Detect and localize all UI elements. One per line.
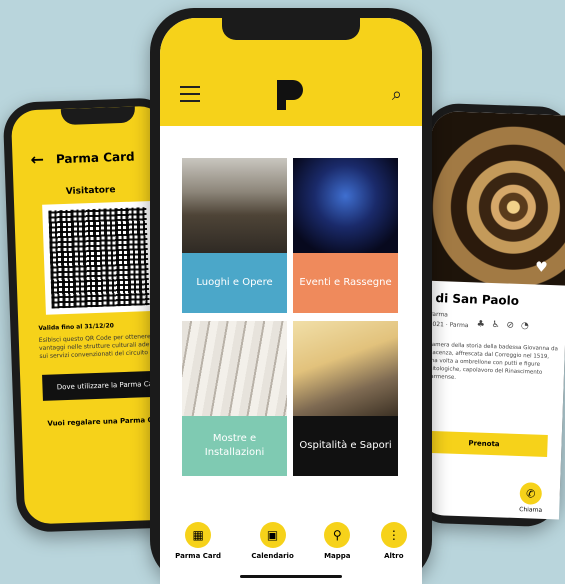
menu-icon[interactable] — [180, 86, 200, 102]
category-grid: Luoghi e Opere Eventi e Rassegne Mostre … — [182, 158, 398, 476]
call-label: Chiama — [519, 506, 543, 514]
phone-notch — [60, 106, 136, 126]
place-detail-screen: ♥ di San Paolo Parma 2021 · Parma ♣ ♿ ⊘ … — [417, 110, 565, 520]
tile-label: Luoghi e Opere — [182, 253, 287, 313]
parma-card-header: ← Parma Card — [30, 145, 167, 169]
heart-icon[interactable]: ♥ — [535, 259, 548, 275]
accessibility-icons: ♣ ♿ ⊘ ◔ — [476, 319, 531, 332]
home-indicator — [240, 575, 342, 578]
museum-hall-image — [182, 158, 287, 253]
nav-label: Mappa — [324, 552, 351, 560]
tile-mostre-installazioni[interactable]: Mostre e Installazioni — [182, 321, 287, 476]
tile-label: Eventi e Rassegne — [293, 253, 398, 313]
parma-logo-icon — [277, 80, 303, 110]
phone-place-detail: ♥ di San Paolo Parma 2021 · Parma ♣ ♿ ⊘ … — [410, 102, 565, 528]
qr-icon: ▦ — [185, 522, 212, 548]
tile-ospitalita-sapori[interactable]: Ospitalità e Sapori — [293, 321, 398, 476]
nav-mappa[interactable]: ⚲ Mappa — [324, 522, 351, 560]
nav-parma-card[interactable]: ▦ Parma Card — [175, 522, 221, 560]
phone-home: ⌕ Luoghi e Opere Eventi e Rassegne Mostr… — [150, 8, 432, 584]
home-screen: ⌕ Luoghi e Opere Eventi e Rassegne Mostr… — [160, 18, 422, 584]
place-meta: 2021 · Parma — [428, 320, 469, 330]
phone-notch — [222, 18, 360, 40]
app-header: ⌕ — [160, 18, 422, 126]
nav-altro[interactable]: ⋮ Altro — [380, 522, 407, 560]
tile-label: Ospitalità e Sapori — [293, 416, 398, 476]
book-button[interactable]: Prenota — [420, 430, 548, 458]
nav-calendario[interactable]: ▣ Calendario — [251, 522, 294, 560]
cheese-image — [293, 321, 398, 416]
nav-label: Calendario — [251, 552, 294, 560]
phone-call-icon[interactable]: ✆ — [519, 482, 543, 505]
place-title: di San Paolo — [435, 291, 520, 308]
qr-code — [42, 200, 156, 315]
search-icon[interactable]: ⌕ — [392, 84, 402, 105]
more-icon: ⋮ — [380, 522, 407, 548]
nav-label: Parma Card — [175, 552, 222, 560]
tile-luoghi-opere[interactable]: Luoghi e Opere — [182, 158, 287, 313]
nav-label: Altro — [384, 552, 404, 560]
place-description: Camera della storia della badessa Giovan… — [426, 341, 558, 381]
parma-card-title: Parma Card — [55, 149, 135, 166]
tile-label: Mostre e Installazioni — [182, 416, 287, 476]
map-pin-icon: ⚲ — [324, 522, 351, 548]
installation-image — [182, 321, 287, 416]
validity-text: Valida fino al 31/12/20 — [38, 322, 114, 332]
bottom-nav: ▦ Parma Card ▣ Calendario ⚲ Mappa ⋮ Altr… — [160, 516, 422, 584]
theater-image — [293, 158, 398, 253]
tile-eventi-rassegne[interactable]: Eventi e Rassegne — [293, 158, 398, 313]
back-arrow-icon[interactable]: ← — [30, 150, 44, 169]
visitor-label: Visitatore — [65, 185, 116, 197]
calendar-icon: ▣ — [259, 522, 286, 548]
